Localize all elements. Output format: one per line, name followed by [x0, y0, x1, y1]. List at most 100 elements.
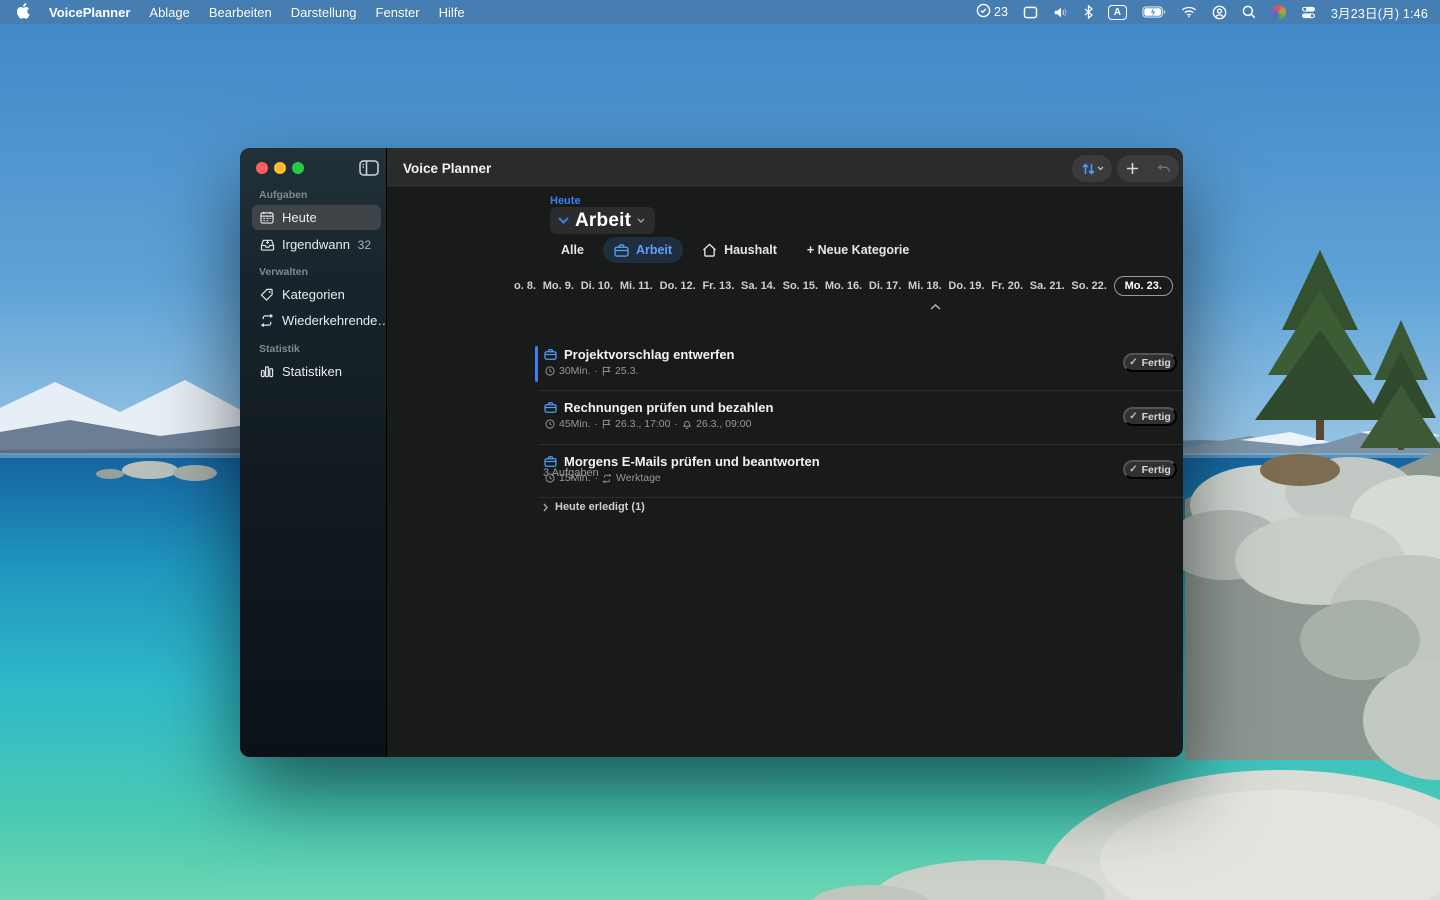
sidebar-item-wiederkehrende[interactable]: Wiederkehrende… — [252, 308, 381, 333]
window-title: Voice Planner — [403, 148, 491, 188]
meta-separator: · — [595, 472, 599, 484]
menu-ablage[interactable]: Ablage — [149, 5, 189, 20]
tab-haushalt[interactable]: Haushalt — [691, 237, 788, 263]
repeat-icon — [252, 314, 282, 327]
menubar-app-name[interactable]: VoicePlanner — [49, 5, 130, 20]
irgendwann-count-badge: 32 — [358, 238, 371, 252]
sidebar-item-heute[interactable]: Heute — [252, 205, 381, 230]
menubar-clock[interactable]: 3月23日(月) 1:46 — [1331, 3, 1428, 22]
minimize-button[interactable] — [274, 162, 286, 174]
sidebar-item-kategorien[interactable]: Kategorien — [252, 282, 381, 307]
input-source-icon[interactable]: A — [1108, 5, 1127, 20]
check-icon: ✓ — [1129, 464, 1137, 475]
undo-button[interactable] — [1148, 163, 1179, 175]
wifi-icon[interactable] — [1181, 6, 1197, 18]
clock-icon — [545, 366, 555, 376]
date-item[interactable]: Mo. 9. — [543, 280, 574, 292]
flag-icon — [602, 366, 611, 376]
window-controls — [256, 162, 304, 174]
battery-icon[interactable] — [1142, 6, 1166, 18]
user-account-icon[interactable] — [1212, 5, 1227, 20]
inbox-tray-icon — [252, 238, 282, 251]
date-item[interactable]: o. 8. — [514, 280, 536, 292]
task-title: Projektvorschlag entwerfen — [564, 347, 735, 362]
todo-count: 23 — [994, 5, 1008, 19]
search-icon[interactable] — [1242, 5, 1256, 19]
date-item[interactable]: Mi. 11. — [620, 280, 653, 292]
done-button[interactable]: ✓ Fertig — [1123, 353, 1177, 372]
date-item[interactable]: Di. 17. — [869, 280, 901, 292]
sort-button[interactable] — [1072, 155, 1112, 182]
date-item[interactable]: So. 22. — [1071, 280, 1106, 292]
sidebar-item-label: Irgendwann — [282, 237, 350, 252]
date-item-selected[interactable]: Mo. 23. — [1114, 276, 1173, 296]
display-icon[interactable] — [1023, 6, 1038, 19]
task-duration: 45Min. — [559, 418, 591, 430]
check-icon: ✓ — [1129, 411, 1137, 422]
todo-status-item[interactable]: 23 — [976, 3, 1008, 21]
task-row[interactable]: Morgens E-Mails prüfen und beantworten 1… — [544, 454, 1119, 484]
done-button[interactable]: ✓ Fertig — [1123, 460, 1177, 479]
date-item[interactable]: Fr. 13. — [702, 280, 734, 292]
completed-section-toggle[interactable]: Heute erledigt (1) — [543, 501, 645, 513]
sidebar-item-irgendwann[interactable]: Irgendwann 32 — [252, 232, 381, 257]
date-item[interactable]: Do. 19. — [948, 280, 984, 292]
tab-arbeit[interactable]: Arbeit — [603, 237, 683, 263]
close-button[interactable] — [256, 162, 268, 174]
siri-icon[interactable] — [1271, 5, 1286, 20]
selected-task-indicator — [535, 346, 538, 382]
done-button[interactable]: ✓ Fertig — [1123, 407, 1177, 426]
completed-section-label: Heute erledigt (1) — [555, 501, 645, 513]
task-row[interactable]: Rechnungen prüfen und bezahlen 45Min. · … — [544, 400, 1119, 430]
sidebar-section-statistik: Statistik — [259, 343, 300, 355]
zoom-button[interactable] — [292, 162, 304, 174]
sidebar-item-label: Wiederkehrende… — [282, 313, 390, 328]
category-dropdown[interactable]: Arbeit — [550, 207, 655, 234]
tab-alle[interactable]: Alle — [550, 237, 595, 263]
briefcase-icon — [614, 244, 629, 257]
meta-separator: · — [595, 365, 599, 377]
done-label: Fertig — [1142, 411, 1171, 423]
task-repeat: Werktage — [616, 472, 661, 484]
sidebar-toggle-icon[interactable] — [358, 158, 380, 177]
clock-icon — [545, 473, 555, 483]
tab-label: + Neue Kategorie — [807, 243, 909, 257]
date-item[interactable]: Mo. 16. — [825, 280, 862, 292]
task-reminder: 26.3., 09:00 — [696, 418, 751, 430]
apple-menu-icon[interactable] — [16, 3, 30, 22]
meta-separator: · — [595, 418, 599, 430]
task-duration: 15Min. — [559, 472, 591, 484]
flag-icon — [602, 419, 611, 429]
date-item[interactable]: Fr. 20. — [991, 280, 1023, 292]
date-item[interactable]: Do. 12. — [660, 280, 696, 292]
menu-darstellung[interactable]: Darstellung — [291, 5, 357, 20]
date-item[interactable]: Sa. 14. — [741, 280, 776, 292]
briefcase-icon — [544, 456, 557, 467]
sidebar-item-label: Statistiken — [282, 364, 342, 379]
date-item[interactable]: Di. 10. — [581, 280, 613, 292]
menu-fenster[interactable]: Fenster — [376, 5, 420, 20]
menu-hilfe[interactable]: Hilfe — [439, 5, 465, 20]
bluetooth-icon[interactable] — [1084, 5, 1093, 19]
task-title: Morgens E-Mails prüfen und beantworten — [564, 454, 820, 469]
tag-icon — [252, 288, 282, 301]
category-tabs: Alle Arbeit Haushalt + Neue Kategorie — [550, 237, 920, 263]
collapse-datestrip-button[interactable] — [927, 300, 943, 314]
volume-icon[interactable] — [1053, 6, 1069, 19]
menu-bearbeiten[interactable]: Bearbeiten — [209, 5, 272, 20]
date-item[interactable]: Mi. 18. — [908, 280, 942, 292]
control-center-icon[interactable] — [1301, 6, 1316, 19]
chevron-up-icon — [930, 304, 941, 310]
sidebar-item-statistiken[interactable]: Statistiken — [252, 359, 381, 384]
chevron-right-icon — [543, 503, 548, 512]
context-label: Heute — [550, 195, 581, 207]
check-icon: ✓ — [1129, 357, 1137, 368]
row-divider — [538, 390, 1183, 391]
date-item[interactable]: So. 15. — [783, 280, 818, 292]
tab-neue-kategorie[interactable]: + Neue Kategorie — [796, 237, 920, 263]
bell-icon — [682, 419, 692, 429]
add-task-button[interactable] — [1117, 162, 1148, 175]
task-due: 26.3., 17:00 — [615, 418, 670, 430]
date-item[interactable]: Sa. 21. — [1030, 280, 1065, 292]
task-row[interactable]: Projektvorschlag entwerfen 30Min. · 25.3… — [544, 347, 1119, 377]
